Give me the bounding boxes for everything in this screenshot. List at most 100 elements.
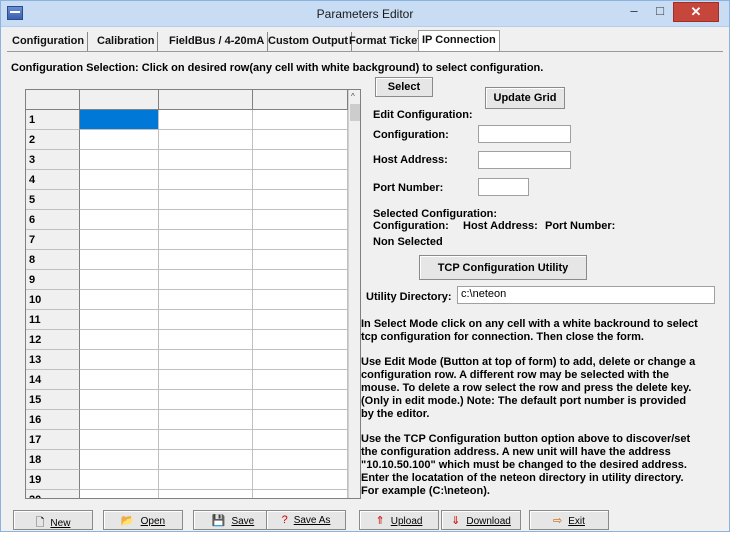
grid-vertical-scrollbar[interactable]: ^ (348, 90, 360, 498)
maximize-button[interactable]: □ (647, 2, 673, 22)
new-button[interactable]: 🗋 New (13, 510, 93, 530)
tcp-configuration-utility-button[interactable]: TCP Configuration Utility (419, 255, 587, 280)
grid-cell[interactable] (159, 490, 253, 498)
grid-cell[interactable] (253, 250, 348, 270)
table-row[interactable]: 1 (26, 110, 348, 130)
grid-cell[interactable] (159, 430, 253, 450)
close-button[interactable]: ✕ (673, 2, 719, 22)
grid-cell[interactable] (159, 330, 253, 350)
grid-cell[interactable] (159, 470, 253, 490)
grid-cell[interactable] (253, 110, 348, 130)
grid-cell[interactable] (159, 150, 253, 170)
grid-cell[interactable] (159, 450, 253, 470)
table-row[interactable]: 11 (26, 310, 348, 330)
grid-cell[interactable] (80, 170, 159, 190)
download-button[interactable]: ⇓ Download (441, 510, 521, 530)
upload-button[interactable]: ⇑ Upload (359, 510, 439, 530)
select-button[interactable]: Select (375, 77, 433, 97)
host-address-input[interactable] (478, 151, 571, 169)
grid-cell[interactable] (80, 330, 159, 350)
minimize-button[interactable]: – (621, 2, 647, 22)
grid-cell[interactable] (80, 290, 159, 310)
open-button[interactable]: 📂 Open (103, 510, 183, 530)
configuration-grid[interactable]: 1234567891011121314151617181920 ^ (25, 89, 361, 499)
grid-cell[interactable] (159, 370, 253, 390)
table-row[interactable]: 7 (26, 230, 348, 250)
grid-cell[interactable] (159, 310, 253, 330)
tab-configuration[interactable]: Configuration (9, 32, 89, 52)
save-button[interactable]: 💾 Save (193, 510, 273, 530)
grid-cell[interactable] (253, 470, 348, 490)
table-row[interactable]: 6 (26, 210, 348, 230)
grid-cell[interactable] (253, 490, 348, 498)
grid-cell[interactable] (80, 370, 159, 390)
tab-format-ticket[interactable]: Format Ticket (346, 32, 425, 52)
tab-custom-output[interactable]: Custom Output (265, 32, 353, 52)
table-row[interactable]: 9 (26, 270, 348, 290)
grid-cell[interactable] (159, 170, 253, 190)
grid-cell[interactable] (80, 310, 159, 330)
table-row[interactable]: 10 (26, 290, 348, 310)
grid-cell[interactable] (159, 290, 253, 310)
save-as-button[interactable]: ? Save As (266, 510, 346, 530)
grid-cell[interactable] (159, 230, 253, 250)
tab-fieldbus[interactable]: FieldBus / 4-20mA (166, 32, 269, 52)
grid-cell[interactable] (80, 210, 159, 230)
scroll-thumb[interactable] (350, 104, 360, 121)
table-row[interactable]: 4 (26, 170, 348, 190)
grid-cell[interactable] (159, 410, 253, 430)
grid-cell[interactable] (80, 230, 159, 250)
table-row[interactable]: 20 (26, 490, 348, 498)
grid-cell[interactable] (253, 350, 348, 370)
table-row[interactable]: 16 (26, 410, 348, 430)
grid-cell[interactable] (80, 470, 159, 490)
table-row[interactable]: 19 (26, 470, 348, 490)
grid-cell[interactable] (80, 450, 159, 470)
grid-cell[interactable] (159, 210, 253, 230)
grid-cell[interactable] (253, 330, 348, 350)
grid-cell[interactable] (80, 410, 159, 430)
table-row[interactable]: 13 (26, 350, 348, 370)
table-row[interactable]: 2 (26, 130, 348, 150)
grid-cell[interactable] (159, 350, 253, 370)
table-row[interactable]: 5 (26, 190, 348, 210)
grid-cell[interactable] (80, 190, 159, 210)
exit-button[interactable]: ⇨ Exit (529, 510, 609, 530)
update-grid-button[interactable]: Update Grid (485, 87, 565, 109)
grid-cell[interactable] (159, 250, 253, 270)
table-row[interactable]: 12 (26, 330, 348, 350)
grid-cell[interactable] (80, 350, 159, 370)
grid-cell[interactable] (80, 430, 159, 450)
grid-cell[interactable] (80, 390, 159, 410)
grid-cell[interactable] (159, 130, 253, 150)
grid-cell[interactable] (80, 110, 159, 130)
table-row[interactable]: 3 (26, 150, 348, 170)
utility-directory-input[interactable]: c:\neteon (457, 286, 715, 304)
grid-cell[interactable] (80, 150, 159, 170)
grid-cell[interactable] (80, 270, 159, 290)
grid-cell[interactable] (159, 270, 253, 290)
table-row[interactable]: 15 (26, 390, 348, 410)
grid-cell[interactable] (253, 270, 348, 290)
table-row[interactable]: 8 (26, 250, 348, 270)
scroll-up-arrow-icon[interactable]: ^ (351, 92, 355, 101)
grid-cell[interactable] (80, 130, 159, 150)
port-number-input[interactable] (478, 178, 529, 196)
table-row[interactable]: 14 (26, 370, 348, 390)
grid-cell[interactable] (253, 430, 348, 450)
grid-cell[interactable] (80, 250, 159, 270)
table-row[interactable]: 18 (26, 450, 348, 470)
grid-cell[interactable] (80, 490, 159, 498)
tab-ip-connection[interactable]: IP Connection (418, 30, 500, 52)
configuration-input[interactable] (478, 125, 571, 143)
grid-cell[interactable] (253, 450, 348, 470)
grid-cell[interactable] (253, 230, 348, 250)
grid-cell[interactable] (253, 130, 348, 150)
grid-cell[interactable] (253, 290, 348, 310)
tab-calibration[interactable]: Calibration (94, 32, 159, 52)
grid-cell[interactable] (253, 370, 348, 390)
grid-cell[interactable] (253, 210, 348, 230)
table-row[interactable]: 17 (26, 430, 348, 450)
grid-cell[interactable] (253, 190, 348, 210)
grid-cell[interactable] (159, 110, 253, 130)
